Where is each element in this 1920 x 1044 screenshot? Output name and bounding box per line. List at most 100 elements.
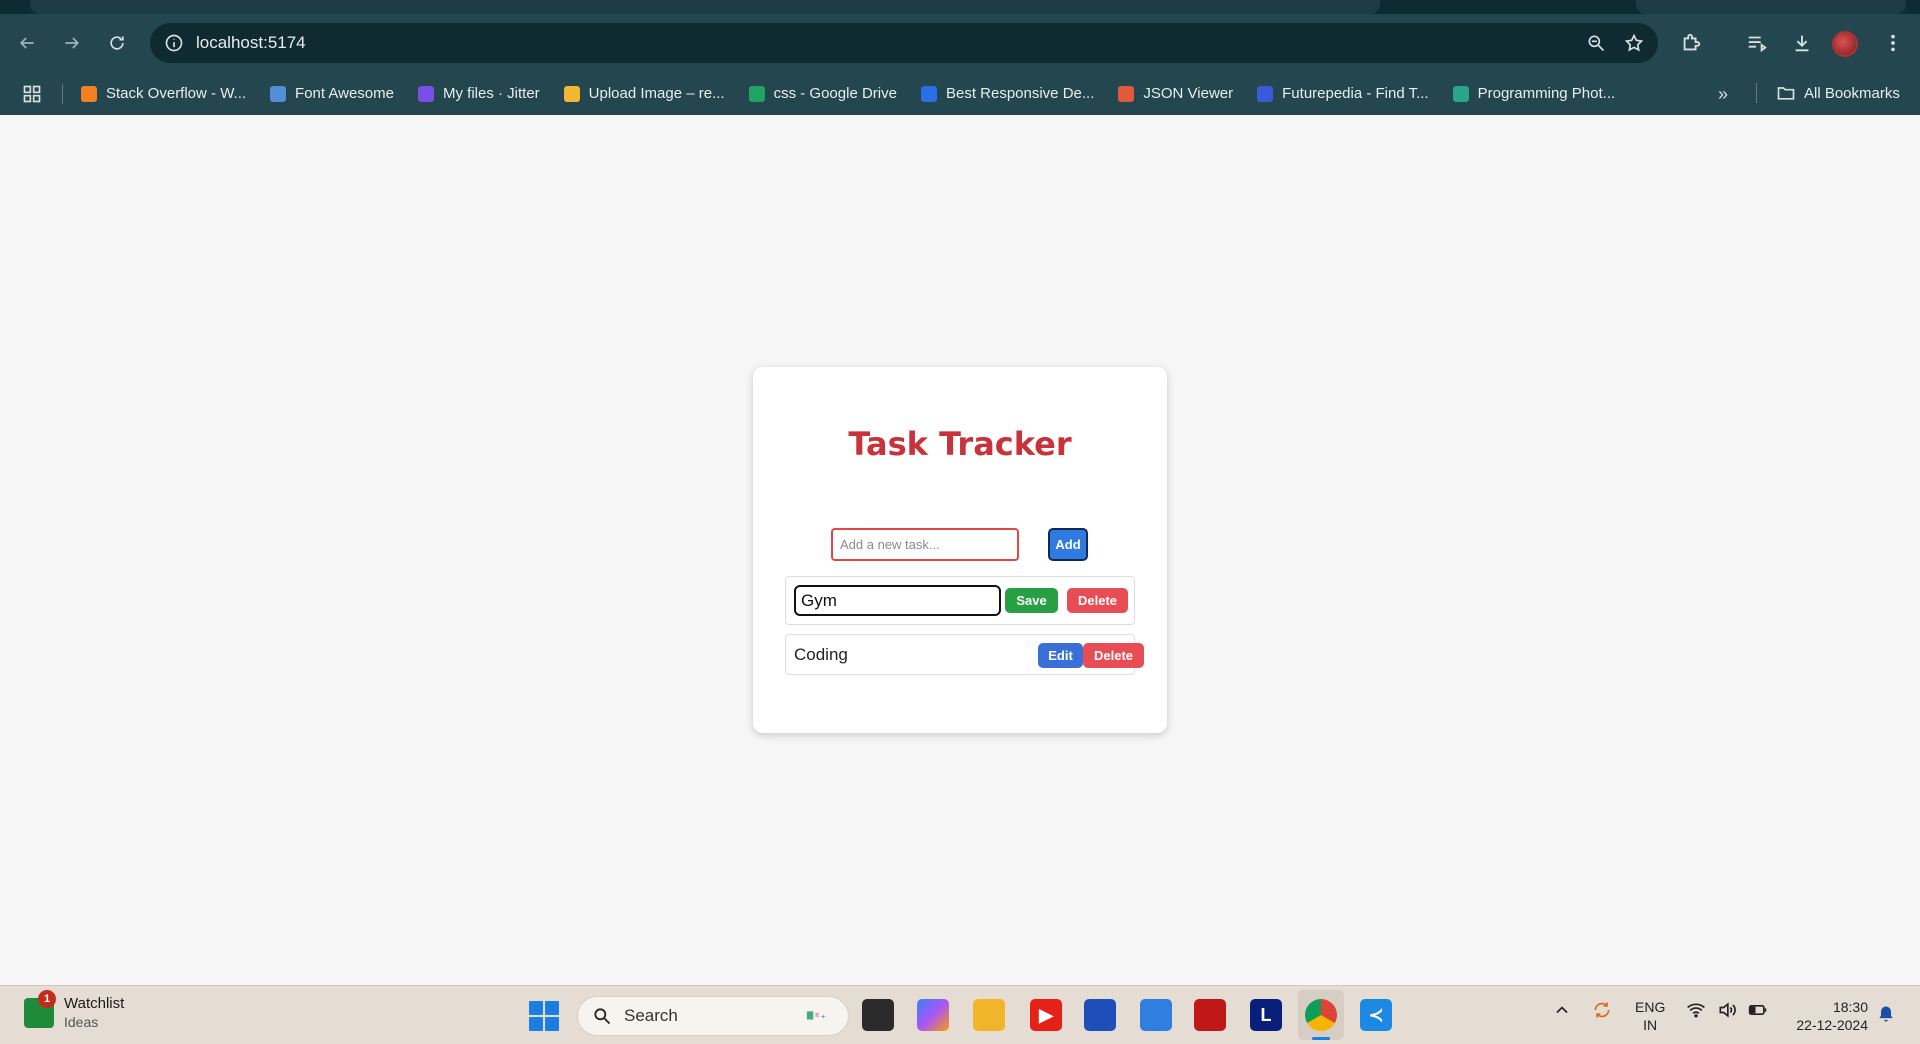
folder-icon (1777, 87, 1795, 100)
bookmark-label: css - Google Drive (773, 85, 897, 102)
svg-text:π: π (815, 1012, 819, 1019)
browser-menu-button[interactable] (1876, 26, 1910, 60)
bookmark-favicon-icon (81, 85, 97, 102)
task-view-icon[interactable] (862, 999, 894, 1031)
bookmark-label: Best Responsive De... (945, 85, 1095, 102)
bookmark-favicon-icon (1118, 85, 1135, 102)
microsoft-store-icon[interactable] (1084, 999, 1116, 1031)
bookmark-item[interactable]: css - Google Drive (748, 85, 897, 102)
back-button[interactable] (10, 26, 44, 60)
playlist-icon (1748, 36, 1767, 53)
file-explorer-icon[interactable] (973, 999, 1005, 1031)
url-text[interactable]: localhost:5174 (196, 33, 306, 53)
bookmark-favicon-icon (563, 85, 580, 102)
address-bar[interactable]: localhost:5174 (150, 23, 1658, 63)
active-tab[interactable] (30, 0, 1380, 14)
page-title: Task Tracker (848, 425, 1072, 463)
task-text: Coding (794, 645, 848, 664)
puzzle-icon (1683, 33, 1701, 51)
tab-strip (0, 0, 1920, 14)
bookmark-item[interactable]: My files · Jitter (417, 85, 540, 102)
azure-icon[interactable] (1140, 999, 1172, 1031)
mcafee-icon[interactable] (1194, 999, 1226, 1031)
profile-avatar[interactable] (1832, 31, 1858, 57)
widgets-button[interactable]: 1 Watchlist Ideas (24, 990, 125, 1032)
notification-bell-icon[interactable] (1876, 1004, 1896, 1024)
add-task-button[interactable]: Add (1048, 528, 1088, 561)
bookmark-favicon-icon (270, 85, 287, 102)
zoom-icon[interactable] (1586, 33, 1606, 53)
site-info-icon[interactable] (154, 23, 194, 63)
task-row-editing: Save Delete (785, 576, 1135, 625)
widget-title: Watchlist (64, 995, 125, 1012)
clock-date: 22-12-2024 (1796, 1017, 1868, 1033)
all-bookmarks-button[interactable]: All Bookmarks (1776, 83, 1900, 103)
l-app-icon[interactable]: L (1250, 999, 1282, 1031)
reload-icon (110, 36, 124, 50)
notification-badge: 1 (38, 990, 56, 1008)
bookmark-favicon-icon (920, 85, 937, 102)
battery-icon[interactable] (1748, 1000, 1768, 1025)
bookmark-item[interactable]: Best Responsive De... (920, 85, 1095, 102)
widget-subtitle: Ideas (64, 1014, 99, 1030)
bookmark-item[interactable]: JSON Viewer (1118, 85, 1233, 102)
bookmark-item[interactable]: Futurepedia - Find T... (1257, 85, 1429, 102)
bookmark-item[interactable]: Stack Overflow - W... (81, 85, 246, 102)
volume-icon[interactable] (1717, 1000, 1737, 1025)
watchlist-icon: 1 (24, 990, 56, 1028)
edit-button[interactable]: Edit (1038, 643, 1083, 668)
bookmark-favicon-icon (1257, 85, 1274, 102)
youtube-icon[interactable]: ▶ (1030, 999, 1062, 1031)
input-language[interactable]: ENG IN (1635, 998, 1665, 1034)
edit-task-input[interactable] (794, 585, 1001, 616)
sync-icon[interactable] (1592, 1000, 1612, 1025)
task-tracker-card: Task Tracker Add Save Delete Coding Edit… (753, 367, 1167, 733)
downloads-button[interactable] (1785, 26, 1819, 60)
language-code: ENG (1635, 999, 1666, 1015)
bookmark-item[interactable]: Programming Phot... (1452, 85, 1616, 102)
reload-button[interactable] (100, 26, 134, 60)
search-icon (594, 1008, 611, 1025)
bookmark-list: Stack Overflow - W... Font Awesome My file… (81, 85, 1639, 102)
bookmark-item[interactable]: Font Awesome (270, 85, 394, 102)
bookmarks-bar: Stack Overflow - W... Font Awesome My file… (0, 72, 1920, 115)
copilot-icon[interactable] (917, 999, 949, 1031)
search-highlight-icon: π + (792, 1005, 836, 1029)
bookmark-label: Font Awesome (295, 85, 394, 102)
bookmark-favicon-icon (1452, 85, 1469, 102)
bookmarks-divider (62, 83, 63, 104)
more-bookmarks-chevron-icon[interactable]: » (1718, 84, 1728, 105)
task-row: Coding Edit Delete (785, 634, 1144, 675)
taskbar-search[interactable]: Search π + (577, 996, 849, 1036)
save-button[interactable]: Save (1005, 588, 1058, 613)
delete-button[interactable]: Delete (1067, 588, 1128, 613)
bookmark-star-icon[interactable] (1624, 33, 1644, 53)
bookmark-label: Programming Phot... (1477, 85, 1616, 102)
bookmarks-divider-right (1756, 83, 1757, 103)
vscode-icon[interactable]: ≺ (1360, 999, 1392, 1031)
apps-grid-icon[interactable] (22, 84, 42, 104)
tab-strip-right (1636, 0, 1906, 14)
browser-toolbar: localhost:5174 (0, 14, 1920, 72)
arrow-right-icon (65, 37, 80, 49)
media-controls-button[interactable] (1740, 26, 1774, 60)
bookmark-label: My files · Jitter (442, 85, 540, 102)
bookmark-favicon-icon (417, 85, 434, 102)
download-icon (1795, 35, 1809, 52)
arrow-left-icon (19, 37, 34, 49)
system-clock[interactable]: 18:30 22-12-2024 (1786, 998, 1868, 1034)
bookmark-label: Stack Overflow - W... (106, 85, 247, 102)
extensions-button[interactable] (1674, 26, 1708, 60)
chrome-icon[interactable] (1305, 999, 1337, 1040)
bookmark-label: Futurepedia - Find T... (1282, 85, 1429, 102)
delete-button[interactable]: Delete (1083, 643, 1144, 668)
start-button[interactable] (529, 1001, 559, 1031)
wifi-icon[interactable] (1686, 1000, 1706, 1025)
windows-logo-icon (529, 1001, 543, 1015)
bookmark-item[interactable]: Upload Image – re... (563, 85, 725, 102)
new-task-input[interactable] (831, 528, 1019, 561)
show-hidden-icons-chevron-icon[interactable] (1552, 1000, 1572, 1025)
region-code: IN (1643, 1017, 1658, 1033)
svg-text:+: + (821, 1014, 826, 1021)
forward-button[interactable] (55, 26, 89, 60)
